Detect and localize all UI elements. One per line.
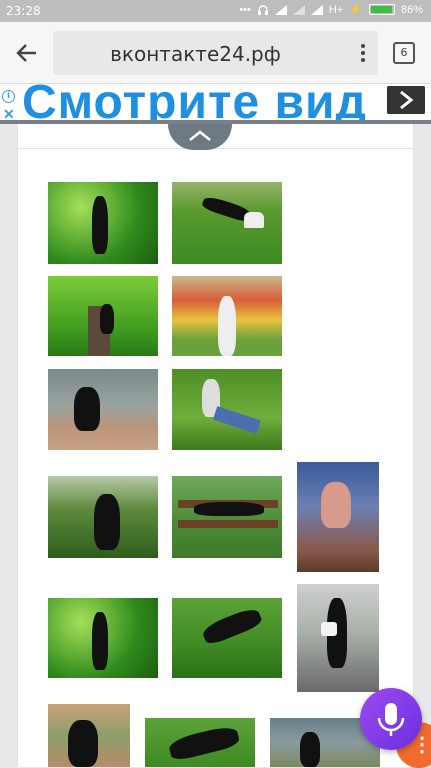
charging-icon: ⚡ (349, 4, 363, 16)
signal-icon (292, 4, 305, 15)
back-arrow-icon[interactable] (14, 40, 40, 66)
address-bar[interactable]: вконтакте24.рф (53, 31, 378, 75)
tab-switcher-button[interactable]: 6 (393, 42, 415, 64)
photo-thumbnail[interactable] (172, 476, 282, 558)
more-dots-icon: ••• (239, 3, 251, 16)
photo-thumbnail[interactable] (145, 718, 255, 767)
photo-thumbnail[interactable] (48, 369, 158, 450)
url-text[interactable]: вконтакте24.рф (53, 42, 338, 66)
signal-icon (274, 4, 287, 15)
battery-icon (368, 4, 395, 15)
photo-thumbnail[interactable] (172, 598, 282, 678)
photo-thumbnail[interactable] (172, 369, 282, 450)
photo-thumbnail[interactable] (48, 276, 158, 356)
photo-thumbnail[interactable] (48, 182, 158, 264)
browser-toolbar: вконтакте24.рф 6 (0, 22, 431, 84)
photo-thumbnail[interactable] (297, 584, 379, 692)
ad-info-icon[interactable]: i (2, 90, 15, 103)
signal-icon (310, 4, 323, 15)
ad-banner[interactable]: i ✕ Смотрите вид (0, 84, 431, 124)
kebab-menu-icon[interactable] (360, 43, 366, 63)
ad-close-icon[interactable]: ✕ (3, 106, 15, 120)
chevron-right-icon[interactable] (387, 86, 425, 114)
network-type: H+ (328, 3, 344, 16)
ad-headline[interactable]: Смотрите вид (22, 84, 367, 120)
photo-thumbnail[interactable] (172, 182, 282, 264)
status-icons: ••• H+ ⚡ 86% (239, 3, 423, 17)
photo-thumbnail[interactable] (172, 276, 282, 356)
status-time: 23:28 (6, 4, 41, 18)
battery-percent: 86% (400, 3, 423, 16)
headphones-icon (257, 4, 268, 15)
photo-thumbnail[interactable] (48, 476, 158, 558)
microphone-icon (377, 703, 405, 736)
photo-thumbnail[interactable] (297, 462, 379, 572)
photo-thumbnail[interactable] (48, 704, 130, 767)
voice-search-button[interactable] (360, 688, 422, 750)
status-bar: 23:28 ••• H+ ⚡ 86% (0, 0, 431, 22)
photo-thumbnail[interactable] (48, 598, 158, 678)
